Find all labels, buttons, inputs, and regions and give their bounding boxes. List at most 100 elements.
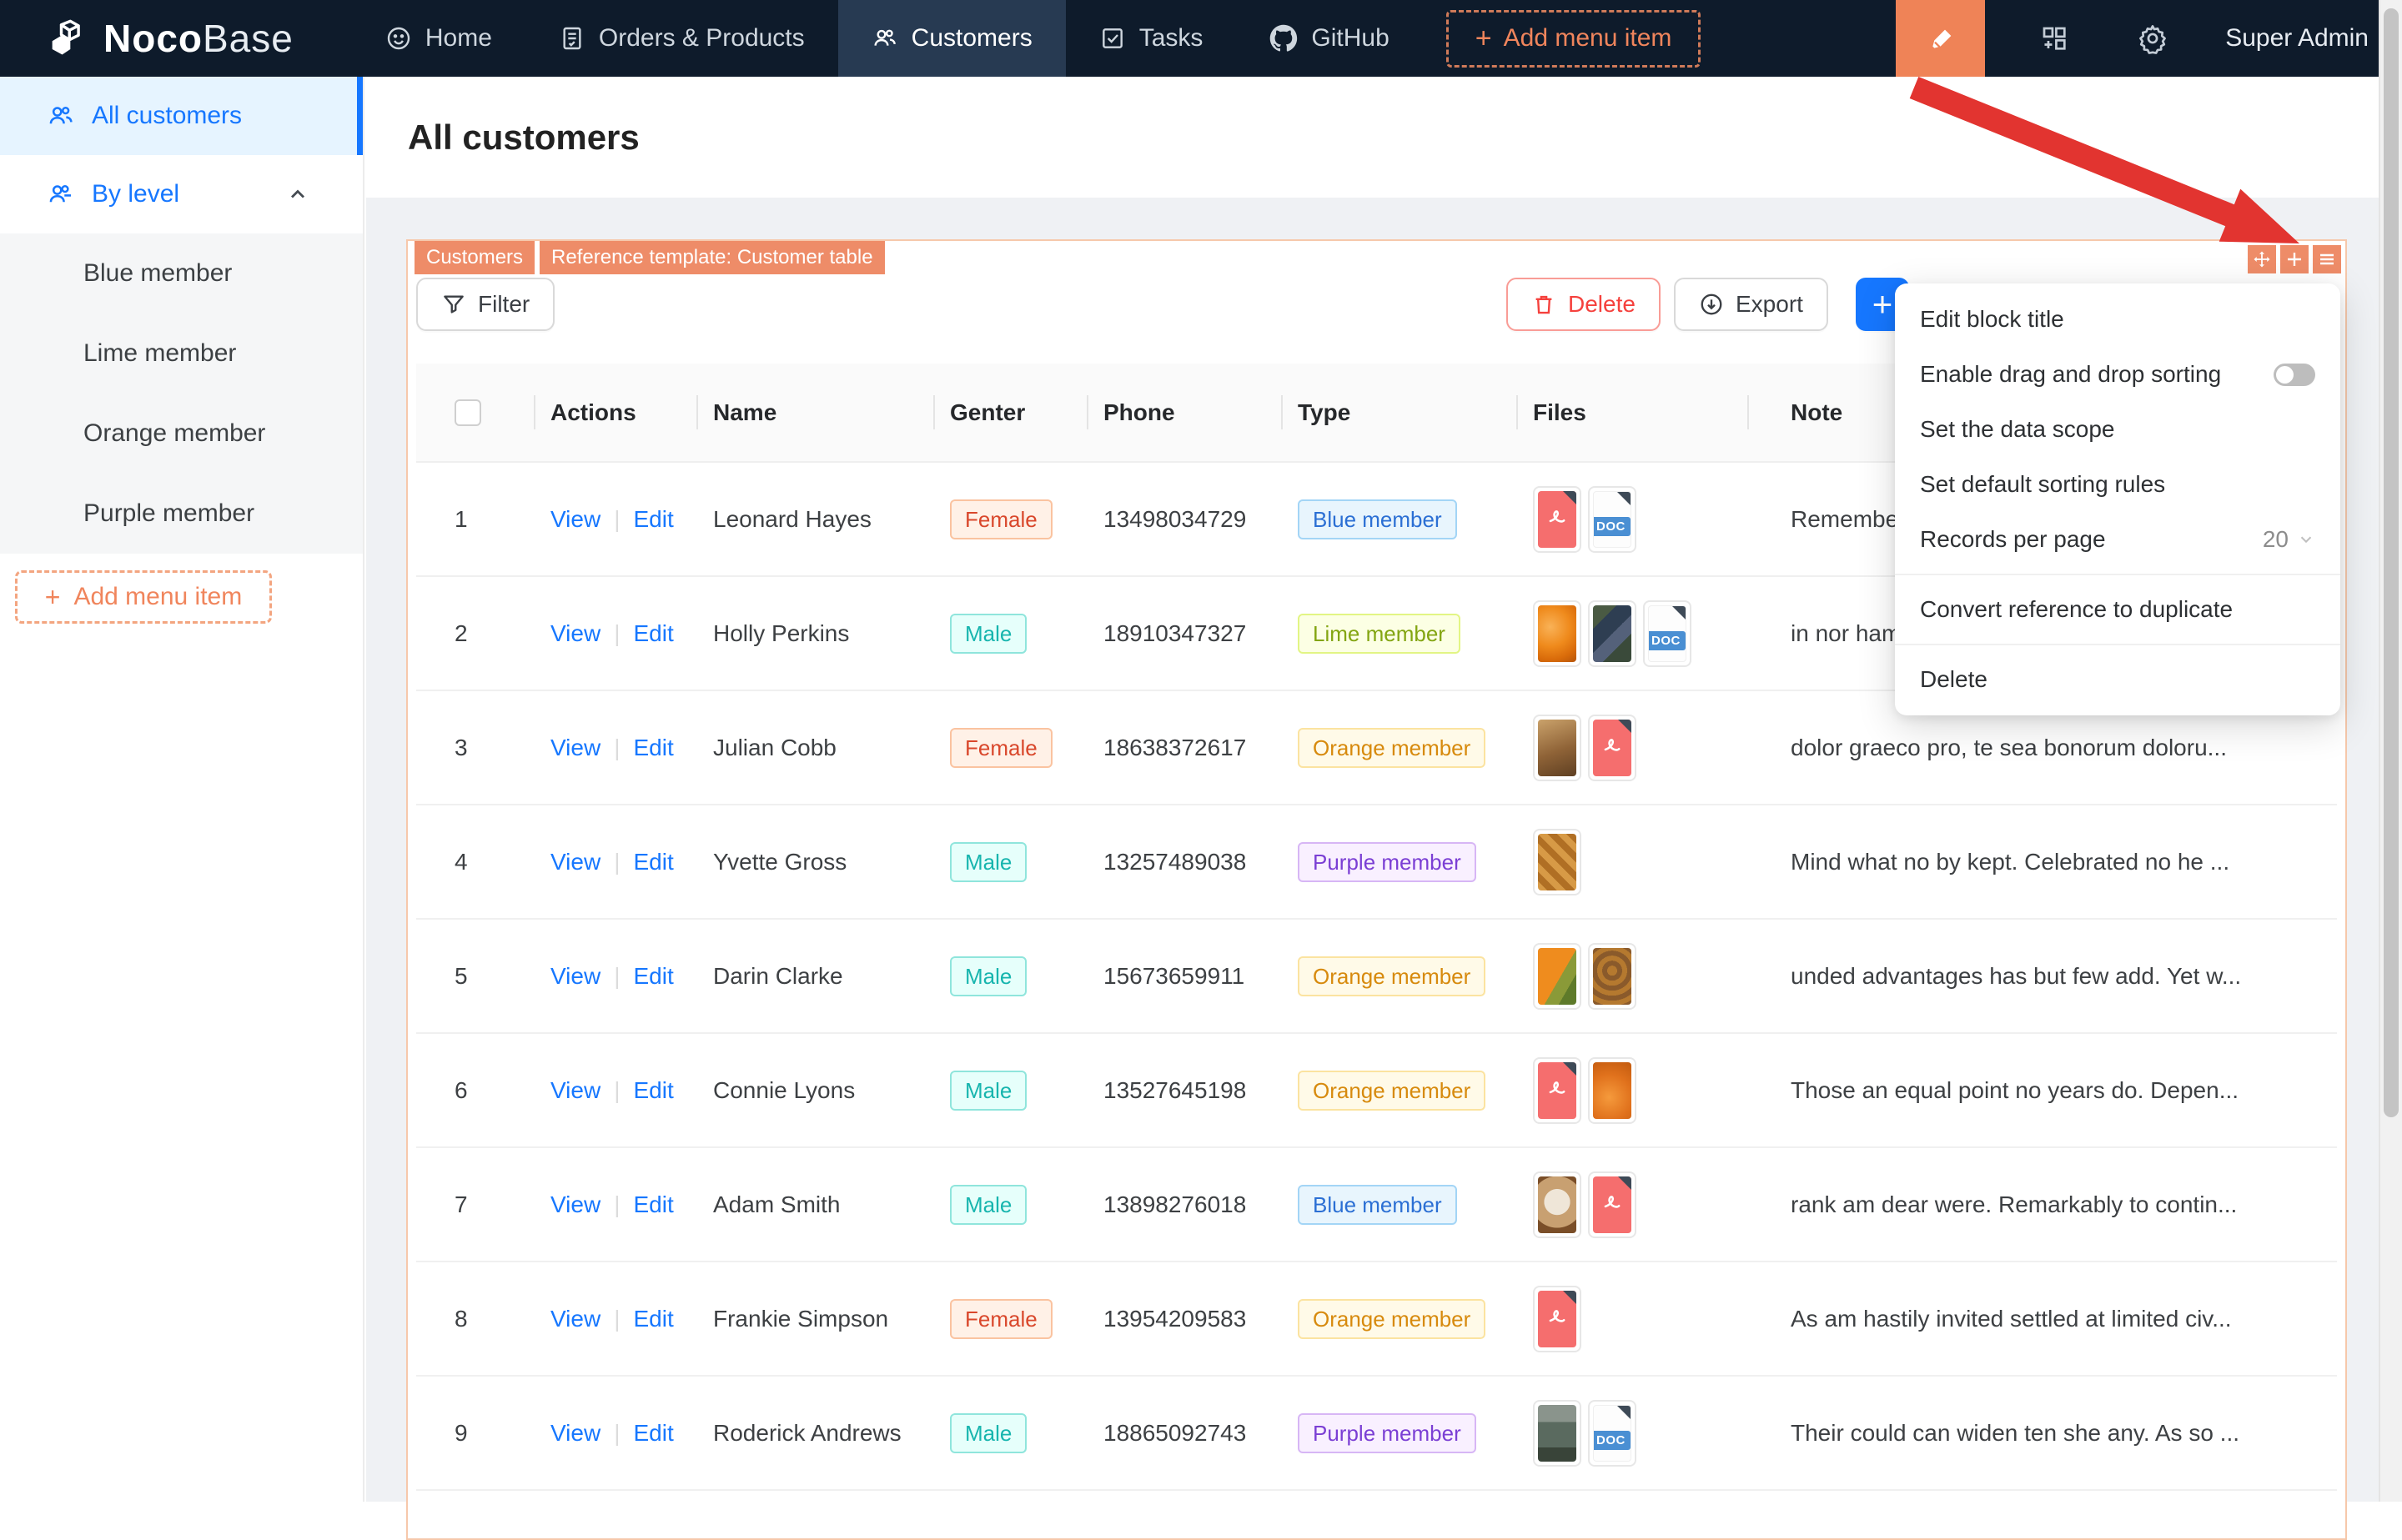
edit-link[interactable]: Edit — [633, 506, 673, 532]
menu-icon — [2317, 249, 2337, 269]
user-menu[interactable]: Super Admin — [2225, 24, 2369, 53]
menu-item-delete-block[interactable]: Delete — [1895, 652, 2340, 707]
type-tag: Blue member — [1298, 499, 1457, 539]
cell-phone: 18865092743 — [1087, 1376, 1281, 1490]
doc-file-icon[interactable]: DOC — [1643, 600, 1691, 667]
add-block-button[interactable] — [2280, 245, 2309, 273]
menu-item-edit-block-title[interactable]: Edit block title — [1895, 292, 2340, 347]
cell-gender: Female — [933, 690, 1087, 805]
cell-files — [1516, 1147, 1747, 1262]
edit-link[interactable]: Edit — [633, 1077, 673, 1103]
nav-item-customers[interactable]: Customers — [838, 0, 1066, 77]
cell-name: Frankie Simpson — [696, 1262, 933, 1376]
edit-link[interactable]: Edit — [633, 1420, 673, 1446]
image-thumbnail[interactable] — [1588, 943, 1636, 1010]
edit-link[interactable]: Edit — [633, 620, 673, 646]
settings-button[interactable] — [2123, 0, 2182, 77]
navbar-add-menu-item-button[interactable]: + Add menu item — [1446, 10, 1701, 68]
vertical-scrollbar[interactable] — [2379, 0, 2402, 1502]
scrollbar-thumb[interactable] — [2384, 8, 2399, 1117]
sidebar-item-orange-member[interactable]: Orange member — [0, 394, 363, 474]
block-templates-button[interactable] — [2025, 0, 2083, 77]
row-actions: View|Edit — [534, 1147, 696, 1262]
orders-icon — [559, 25, 585, 52]
sidebar-item-by-level[interactable]: By level — [0, 155, 363, 233]
image-thumbnail[interactable] — [1533, 1171, 1581, 1238]
export-button[interactable]: Export — [1674, 278, 1828, 331]
view-link[interactable]: View — [550, 1420, 600, 1446]
cell-name: Adam Smith — [696, 1147, 933, 1262]
image-thumbnail[interactable] — [1533, 943, 1581, 1010]
highlighter-pen-icon — [1924, 22, 1957, 55]
menu-item-convert-reference[interactable]: Convert reference to duplicate — [1895, 582, 2340, 637]
menu-divider — [1895, 574, 2340, 575]
trash-icon — [1531, 292, 1556, 317]
edit-link[interactable]: Edit — [633, 1306, 673, 1332]
table-row: 8 View|Edit Frankie Simpson Female 13954… — [416, 1262, 2337, 1376]
cell-gender: Male — [933, 1147, 1087, 1262]
pdf-file-icon[interactable] — [1588, 715, 1636, 781]
nocobase-logo[interactable]: NocoBase — [45, 16, 294, 61]
gender-tag: Male — [950, 842, 1027, 882]
menu-item-records-per-page[interactable]: Records per page 20 — [1895, 512, 2340, 567]
delete-button[interactable]: Delete — [1506, 278, 1661, 331]
image-thumbnail[interactable] — [1533, 829, 1581, 895]
view-link[interactable]: View — [550, 735, 600, 760]
menu-item-set-data-scope[interactable]: Set the data scope — [1895, 402, 2340, 457]
view-link[interactable]: View — [550, 963, 600, 989]
view-link[interactable]: View — [550, 1077, 600, 1103]
row-actions: View|Edit — [534, 690, 696, 805]
table-row: 9 View|Edit Roderick Andrews Male 188650… — [416, 1376, 2337, 1490]
nav-item-tasks[interactable]: Tasks — [1066, 0, 1237, 77]
image-thumbnail[interactable] — [1533, 600, 1581, 667]
pdf-file-icon[interactable] — [1533, 1057, 1581, 1124]
row-actions: View|Edit — [534, 1033, 696, 1147]
drag-handle[interactable] — [2248, 245, 2276, 273]
cell-type: Orange member — [1281, 690, 1516, 805]
view-link[interactable]: View — [550, 620, 600, 646]
type-tag: Purple member — [1298, 842, 1476, 882]
image-thumbnail[interactable] — [1533, 1400, 1581, 1467]
pdf-file-icon[interactable] — [1533, 1286, 1581, 1352]
sidebar-item-blue-member[interactable]: Blue member — [0, 233, 363, 314]
pdf-file-icon[interactable] — [1533, 486, 1581, 553]
ui-editor-button[interactable] — [1896, 0, 1985, 77]
page-header: All customers — [366, 77, 2402, 198]
cell-phone: 18638372617 — [1087, 690, 1281, 805]
image-thumbnail[interactable] — [1588, 600, 1636, 667]
pdf-file-icon[interactable] — [1588, 1171, 1636, 1238]
type-tag: Orange member — [1298, 1071, 1485, 1111]
image-thumbnail[interactable] — [1533, 715, 1581, 781]
drag-sorting-toggle[interactable] — [2274, 364, 2315, 386]
column-header-actions: Actions — [534, 364, 696, 462]
edit-link[interactable]: Edit — [633, 1191, 673, 1217]
nav-item-home[interactable]: Home — [352, 0, 525, 77]
menu-item-set-sorting-rules[interactable]: Set default sorting rules — [1895, 457, 2340, 512]
view-link[interactable]: View — [550, 1306, 600, 1332]
row-index: 6 — [416, 1033, 534, 1147]
edit-link[interactable]: Edit — [633, 963, 673, 989]
edit-link[interactable]: Edit — [633, 735, 673, 760]
sidebar-item-lime-member[interactable]: Lime member — [0, 314, 363, 394]
select-all-checkbox[interactable] — [455, 399, 481, 426]
block-settings-button[interactable] — [2313, 245, 2341, 273]
view-link[interactable]: View — [550, 849, 600, 875]
cell-phone: 13954209583 — [1087, 1262, 1281, 1376]
cell-phone: 13257489038 — [1087, 805, 1281, 919]
cell-files: DOC — [1516, 462, 1747, 576]
view-link[interactable]: View — [550, 506, 600, 532]
cell-name: Roderick Andrews — [696, 1376, 933, 1490]
sidebar-item-all-customers[interactable]: All customers — [0, 77, 363, 155]
cell-type: Orange member — [1281, 919, 1516, 1033]
menu-item-enable-drag-sorting[interactable]: Enable drag and drop sorting — [1895, 347, 2340, 402]
filter-button[interactable]: Filter — [416, 278, 555, 331]
doc-file-icon[interactable]: DOC — [1588, 486, 1636, 553]
image-thumbnail[interactable] — [1588, 1057, 1636, 1124]
sidebar-add-menu-item-button[interactable]: + Add menu item — [15, 570, 272, 624]
view-link[interactable]: View — [550, 1191, 600, 1217]
sidebar-item-purple-member[interactable]: Purple member — [0, 474, 363, 554]
nav-item-github[interactable]: GitHub — [1236, 0, 1422, 77]
nav-item-orders-products[interactable]: Orders & Products — [525, 0, 838, 77]
edit-link[interactable]: Edit — [633, 849, 673, 875]
doc-file-icon[interactable]: DOC — [1588, 1400, 1636, 1467]
